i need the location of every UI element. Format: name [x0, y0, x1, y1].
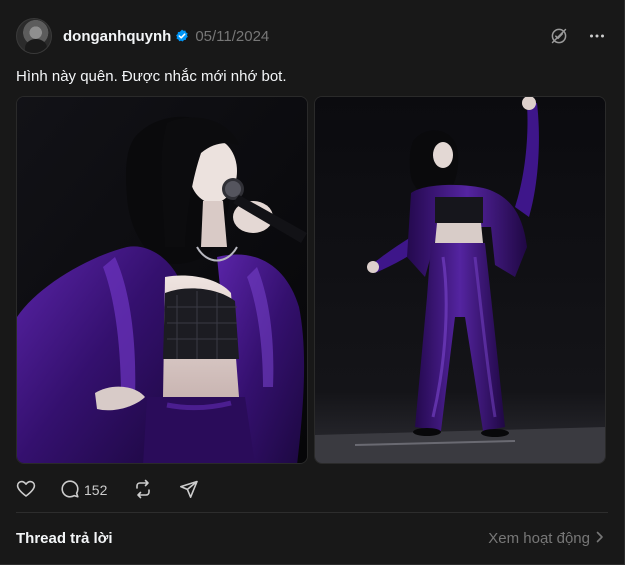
username[interactable]: donganhquynh	[63, 28, 171, 45]
reply-count: 152	[84, 482, 108, 498]
like-button[interactable]	[16, 479, 36, 502]
view-activity-link[interactable]: Xem hoạt động	[488, 530, 604, 547]
post-date: 05/11/2024	[195, 27, 270, 45]
heart-icon	[16, 479, 36, 502]
post-actions: 152	[16, 478, 199, 502]
post-header: donganhquynh 05/11/2024	[16, 17, 608, 55]
view-activity-label: Xem hoạt động	[488, 530, 590, 547]
avatar[interactable]	[16, 18, 52, 54]
send-icon	[179, 479, 199, 502]
thread-post: donganhquynh 05/11/2024 Hình này quên. Đ…	[0, 0, 625, 565]
reply-button[interactable]: 152	[60, 479, 107, 502]
comment-icon	[60, 479, 80, 502]
chevron-right-icon	[596, 530, 604, 547]
repost-icon	[133, 479, 153, 502]
eye-slash-icon[interactable]	[548, 25, 570, 47]
verified-badge-icon	[175, 29, 189, 43]
repost-button[interactable]	[133, 479, 153, 502]
more-horizontal-icon[interactable]	[586, 25, 608, 47]
divider	[16, 512, 608, 513]
post-photo-2[interactable]	[314, 96, 606, 464]
post-caption: Hình này quên. Được nhắc mới nhớ bot.	[16, 68, 287, 85]
post-photo-1[interactable]	[16, 96, 308, 464]
share-button[interactable]	[179, 479, 199, 502]
replies-heading: Thread trả lời	[16, 530, 113, 547]
